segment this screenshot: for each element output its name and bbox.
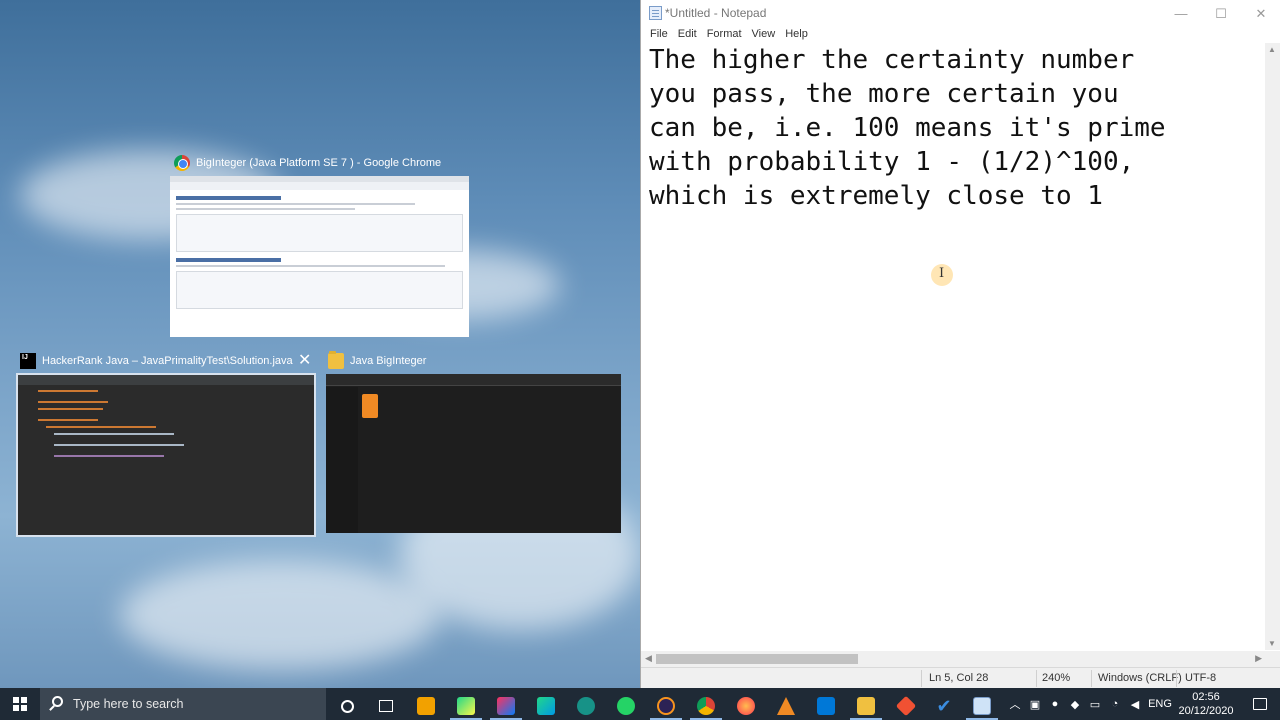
menu-bar: File Edit Format View Help	[641, 27, 1280, 43]
todo-icon[interactable]: ✔	[924, 692, 964, 720]
cortana-icon[interactable]	[327, 692, 367, 720]
battery-icon[interactable]: ▭	[1086, 688, 1104, 720]
minimize-button[interactable]: —	[1161, 0, 1201, 27]
snap-window-title: BigInteger (Java Platform SE 7 ) - Googl…	[174, 153, 441, 173]
chrome-icon	[174, 155, 190, 171]
vertical-scrollbar[interactable]: ▲ ▼	[1265, 43, 1280, 650]
cursor-position: Ln 5, Col 28	[929, 672, 989, 684]
microphone-icon[interactable]: ●	[1046, 688, 1064, 720]
volume-icon[interactable]: ◀	[1126, 688, 1144, 720]
cloud	[120, 560, 440, 670]
search-icon	[52, 696, 63, 707]
mouse-cursor-icon	[931, 264, 953, 286]
clock[interactable]: 02:56 20/12/2020	[1175, 690, 1237, 718]
whatsapp-icon[interactable]	[606, 692, 646, 720]
task-view-icon[interactable]	[366, 692, 406, 720]
scroll-down-icon[interactable]: ▼	[1268, 639, 1276, 648]
scroll-thumb[interactable]	[656, 654, 858, 664]
encoding: UTF-8	[1185, 672, 1217, 684]
notepad-icon	[649, 6, 662, 20]
horizontal-scrollbar[interactable]: ◀ ▶	[641, 651, 1266, 667]
menu-help[interactable]: Help	[780, 27, 813, 43]
maximize-button[interactable]: ☐	[1201, 0, 1241, 27]
menu-edit[interactable]: Edit	[673, 27, 702, 43]
clion-icon[interactable]	[526, 692, 566, 720]
notification-center-button[interactable]	[1240, 688, 1280, 720]
line-ending: Windows (CRLF)	[1098, 672, 1182, 684]
store-icon[interactable]	[406, 692, 446, 720]
meet-now-icon[interactable]: ▣	[1026, 688, 1044, 720]
notepad-window: *Untitled - Notepad — ☐ ✕ File Edit Form…	[640, 0, 1280, 688]
start-button[interactable]	[0, 688, 40, 720]
text-editor[interactable]: The higher the certainty number you pass…	[641, 43, 1266, 650]
firefox-icon[interactable]	[726, 692, 766, 720]
git-icon[interactable]	[886, 692, 926, 720]
chrome-thumbnail	[170, 176, 469, 337]
zoom-level: 240%	[1042, 672, 1071, 684]
close-icon[interactable]: ✕	[298, 353, 311, 369]
intellij-icon[interactable]	[486, 692, 526, 720]
language-indicator[interactable]: ENG	[1146, 688, 1174, 720]
gitkraken-icon[interactable]	[566, 692, 606, 720]
title-bar[interactable]: *Untitled - Notepad — ☐ ✕	[641, 0, 1280, 27]
scroll-up-icon[interactable]: ▲	[1268, 45, 1276, 54]
network-icon[interactable]: ◔	[1106, 688, 1124, 720]
pycharm-icon[interactable]	[446, 692, 486, 720]
menu-file[interactable]: File	[645, 27, 673, 43]
windows-logo-icon	[13, 697, 27, 711]
close-button[interactable]: ✕	[1241, 0, 1280, 27]
scroll-right-icon[interactable]: ▶	[1255, 653, 1262, 664]
document-text[interactable]: The higher the certainty number you pass…	[649, 43, 1249, 213]
eclipse-icon[interactable]	[646, 692, 686, 720]
clock-time: 02:56	[1192, 691, 1220, 703]
snap-window-title: Java BigInteger	[328, 351, 426, 371]
snap-window-intellij[interactable]: HackerRank Java – JavaPrimalityTest\Solu…	[16, 351, 316, 537]
snap-window-title: HackerRank Java – JavaPrimalityTest\Solu…	[20, 351, 293, 371]
window-title: *Untitled - Notepad	[665, 6, 767, 20]
snap-assist-area: BigInteger (Java Platform SE 7 ) - Googl…	[0, 0, 640, 688]
intellij-thumbnail	[16, 373, 316, 537]
search-placeholder: Type here to search	[73, 697, 184, 711]
size-grip	[1265, 651, 1280, 667]
photos-icon[interactable]	[806, 692, 846, 720]
menu-format[interactable]: Format	[702, 27, 747, 43]
snap-window-explorer[interactable]: Java BigInteger	[326, 351, 622, 537]
notification-icon	[1253, 698, 1267, 710]
search-box[interactable]: Type here to search	[40, 688, 326, 720]
clock-date: 20/12/2020	[1178, 705, 1234, 717]
explorer-thumbnail	[326, 374, 621, 533]
status-bar: Ln 5, Col 28 240% Windows (CRLF) UTF-8	[641, 667, 1280, 688]
vlc-icon[interactable]	[766, 692, 806, 720]
location-icon[interactable]: ◆	[1066, 688, 1084, 720]
intellij-icon	[20, 353, 36, 369]
snap-window-chrome[interactable]: BigInteger (Java Platform SE 7 ) - Googl…	[170, 153, 470, 338]
scroll-left-icon[interactable]: ◀	[645, 653, 652, 664]
folder-icon	[328, 351, 344, 369]
notepad-icon[interactable]	[962, 692, 1002, 720]
show-hidden-icons-icon[interactable]: ︿	[1006, 688, 1024, 720]
file-explorer-icon[interactable]	[846, 692, 886, 720]
taskbar: Type here to search ✔ ︿ ▣ ● ◆ ▭ ◔ ◀ ENG …	[0, 688, 1280, 720]
chrome-icon[interactable]	[686, 692, 726, 720]
menu-view[interactable]: View	[747, 27, 781, 43]
